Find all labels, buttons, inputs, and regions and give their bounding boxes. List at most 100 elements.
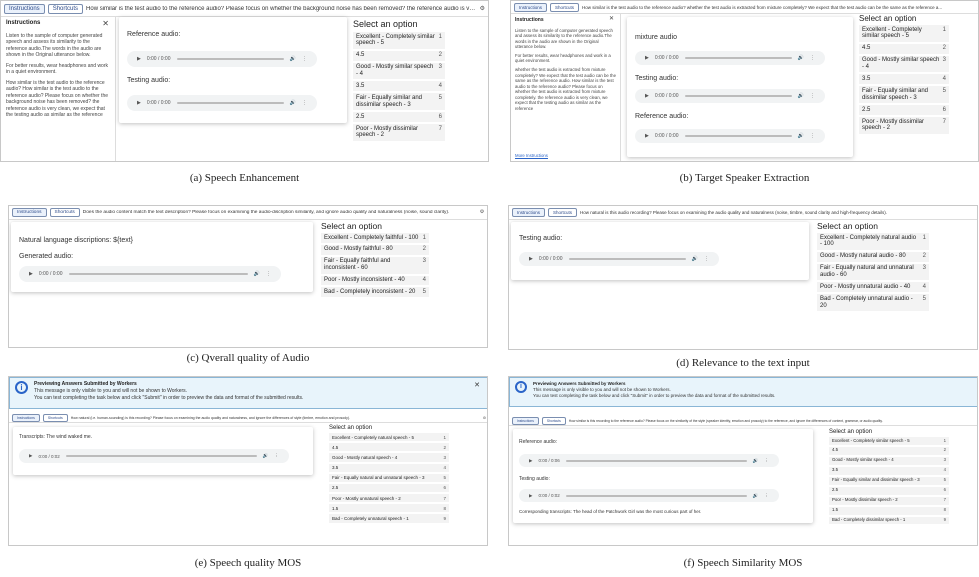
play-icon[interactable]: ▶ (645, 55, 649, 61)
instructions-button[interactable]: Instructions (512, 208, 546, 217)
close-icon[interactable]: ✕ (102, 19, 109, 29)
volume-icon[interactable]: 🔊 (753, 458, 759, 464)
settings-icon[interactable]: ⚙ (480, 5, 485, 12)
shortcuts-button[interactable]: Shortcuts (49, 208, 80, 217)
option-item[interactable]: Fair - Equally natural and unnatural aud… (817, 263, 929, 281)
option-item[interactable]: 4.5 2 (329, 443, 449, 452)
option-item[interactable]: Poor - Mostly unnatural audio - 40 4 (817, 282, 929, 293)
menu-icon[interactable]: ⋮ (704, 256, 709, 262)
volume-icon[interactable]: 🔊 (254, 271, 260, 277)
audio-player[interactable]: ▶ 0:00 / 0:06 🔊 ⋮ (519, 454, 779, 467)
option-item[interactable]: Fair - Equally natural and unnatural spe… (329, 473, 449, 482)
menu-icon[interactable]: ⋮ (302, 100, 307, 106)
play-icon[interactable]: ▶ (645, 133, 649, 139)
progress-track[interactable] (568, 258, 686, 260)
play-icon[interactable]: ▶ (29, 453, 32, 459)
audio-player[interactable]: ▶ 0:00 / 0:02 🔊 ⋮ (519, 489, 779, 502)
volume-icon[interactable]: 🔊 (753, 493, 759, 499)
audio-player[interactable]: ▶ 0:00 / 0:02 🔊 ⋮ (19, 449, 289, 463)
option-item[interactable]: Excellent - Completely faithful - 100 1 (321, 233, 429, 243)
shortcuts-button[interactable]: Shortcuts (47, 3, 84, 14)
progress-track[interactable] (176, 58, 284, 60)
option-item[interactable]: 1.5 8 (329, 504, 449, 513)
play-icon[interactable]: ▶ (137, 100, 141, 106)
settings-icon[interactable]: ⚙ (480, 210, 484, 215)
option-item[interactable]: Fair - Equally faithful and inconsistent… (321, 256, 429, 274)
more-instructions-link[interactable]: More Instructions (515, 153, 548, 159)
option-item[interactable]: 2.5 6 (859, 105, 949, 116)
option-item[interactable]: Good - Mostly similar speech - 43 (859, 55, 949, 73)
option-item[interactable]: Excellent - Completely similar speech - … (859, 25, 949, 42)
shortcuts-button[interactable]: Shortcuts (541, 417, 566, 425)
close-icon[interactable]: ✕ (609, 16, 614, 24)
option-item[interactable]: 2.5 6 (329, 483, 449, 493)
menu-icon[interactable]: ⋮ (266, 271, 271, 277)
menu-icon[interactable]: ⋮ (810, 133, 815, 139)
option-item[interactable]: Bad - Completely unnatural audio - 20 5 (817, 294, 929, 312)
option-item[interactable]: Good - Mostly faithful - 80 2 (321, 244, 429, 255)
option-item[interactable]: 4.5 2 (859, 43, 949, 54)
instructions-button[interactable]: Instructions (12, 413, 40, 422)
option-item[interactable]: 2.5 6 (829, 486, 949, 495)
shortcuts-button[interactable]: Shortcuts (42, 413, 68, 422)
shortcuts-button[interactable]: Shortcuts (550, 2, 580, 12)
option-item[interactable]: Good - Mostly similar speech - 43 (829, 456, 949, 465)
option-item[interactable]: 1.5 8 (829, 506, 949, 515)
option-item[interactable]: Fair - Equally similar and dissimilar sp… (859, 86, 949, 104)
volume-icon[interactable]: 🔊 (692, 256, 698, 262)
volume-icon[interactable]: 🔊 (290, 56, 296, 62)
option-item[interactable]: Good - Mostly natural speech - 4 3 (329, 453, 449, 462)
instructions-button[interactable]: Instructions (4, 3, 45, 14)
progress-track[interactable] (684, 95, 792, 97)
option-item[interactable]: Excellent - Completely natural speech - … (329, 433, 449, 442)
progress-track[interactable] (565, 459, 747, 462)
instructions-button[interactable]: Instructions (12, 208, 47, 217)
progress-track[interactable] (176, 102, 284, 104)
option-item[interactable]: Poor - Mostly dissimilar speech - 2 7 (859, 117, 949, 134)
option-item[interactable]: Excellent - Completely natural audio - 1… (817, 233, 929, 250)
volume-icon[interactable]: 🔊 (263, 453, 269, 459)
progress-track[interactable] (565, 494, 747, 497)
instructions-button[interactable]: Instructions (514, 2, 548, 12)
option-item[interactable]: Excellent - Completely similar speech - … (353, 32, 445, 49)
option-item[interactable]: Fair - Equally similar and dissimilar sp… (353, 93, 445, 111)
play-icon[interactable]: ▶ (529, 458, 532, 464)
menu-icon[interactable]: ⋮ (765, 493, 770, 499)
audio-player[interactable]: ▶ 0:00 / 0:00 🔊 ⋮ (127, 95, 317, 111)
play-icon[interactable]: ▶ (137, 56, 141, 62)
option-item[interactable]: Poor - Mostly unnatural speech - 2 7 (329, 494, 449, 503)
audio-player[interactable]: ▶ 0:00 / 0:00 🔊 ⋮ (19, 266, 281, 282)
audio-player[interactable]: ▶ 0:00 / 0:00 🔊 ⋮ (519, 252, 719, 266)
play-icon[interactable]: ▶ (529, 493, 532, 499)
option-item[interactable]: 3.5 4 (829, 466, 949, 475)
audio-player[interactable]: ▶ 0:00 / 0:00 🔊 ⋮ (635, 89, 825, 103)
progress-track[interactable] (68, 273, 248, 275)
progress-track[interactable] (65, 455, 257, 457)
option-item[interactable]: Poor - Mostly dissimilar speech - 2 7 (829, 496, 949, 505)
play-icon[interactable]: ▶ (645, 93, 649, 99)
volume-icon[interactable]: 🔊 (798, 133, 804, 139)
menu-icon[interactable]: ⋮ (302, 56, 307, 62)
menu-icon[interactable]: ⋮ (810, 93, 815, 99)
settings-icon[interactable]: ⚙ (483, 416, 486, 420)
close-icon[interactable]: ✕ (474, 381, 480, 389)
play-icon[interactable]: ▶ (529, 256, 533, 262)
menu-icon[interactable]: ⋮ (275, 453, 280, 459)
option-item[interactable]: 3.5 4 (353, 81, 445, 92)
option-item[interactable]: Excellent - Completely similar speech - … (829, 437, 949, 445)
option-item[interactable]: 2.5 6 (353, 112, 445, 123)
volume-icon[interactable]: 🔊 (798, 55, 804, 61)
option-item[interactable]: Good - Mostly similar speech - 43 (353, 62, 445, 80)
option-item[interactable]: 3.5 4 (329, 463, 449, 472)
option-item[interactable]: Fair - Equally similar and dissimilar sp… (829, 476, 949, 485)
option-item[interactable]: 3.5 4 (859, 74, 949, 85)
audio-player[interactable]: ▶ 0:00 / 0:00 🔊 ⋮ (635, 129, 825, 143)
progress-track[interactable] (684, 135, 792, 137)
menu-icon[interactable]: ⋮ (765, 458, 770, 464)
option-item[interactable]: Bad - Completely dissimilar speech - 1 9 (829, 516, 949, 525)
option-item[interactable]: Bad - Completely unnatural speech - 1 9 (329, 514, 449, 523)
volume-icon[interactable]: 🔊 (798, 93, 804, 99)
menu-icon[interactable]: ⋮ (810, 55, 815, 61)
option-item[interactable]: Good - Mostly natural audio - 80 2 (817, 251, 929, 262)
play-icon[interactable]: ▶ (29, 271, 33, 277)
